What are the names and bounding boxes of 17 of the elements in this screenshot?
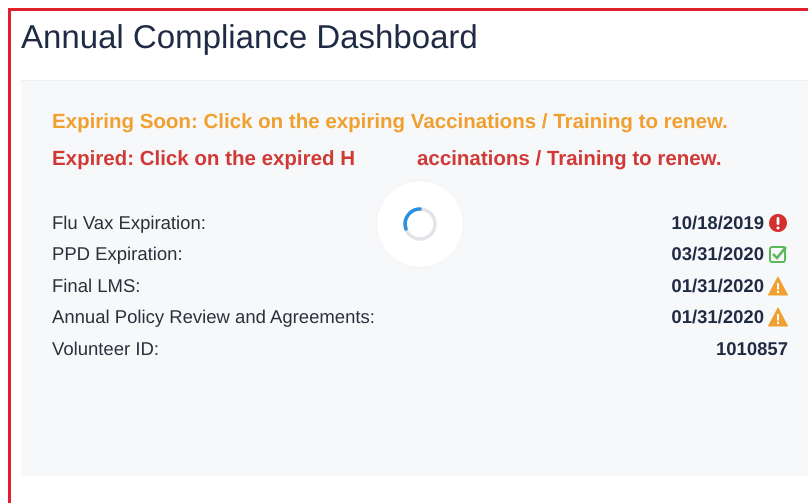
field-label: Flu Vax Expiration: [52, 212, 206, 234]
field-value: 1010857 [716, 338, 788, 360]
checked-box-icon [768, 244, 788, 264]
dashboard-title: Annual Compliance Dashboard [21, 17, 479, 57]
error-icon [768, 212, 788, 233]
field-value: 01/31/2020 [671, 306, 764, 328]
warning-icon [768, 276, 788, 296]
field-label: Volunteer ID: [52, 338, 159, 360]
notice-text: Expired: Click on the expired H accinations / Training to renew. [52, 146, 723, 172]
field-value: 10/18/2019 [671, 212, 764, 234]
field-value: 03/31/2020 [671, 243, 764, 266]
field-value: 01/31/2020 [671, 274, 764, 297]
notice-text: Expiring Soon: Click on the expiring Vaccinations / Training to renew. [52, 109, 729, 135]
field-label: PPD Expiration: [52, 243, 183, 266]
field-label: Final LMS: [52, 274, 140, 297]
field-label: Annual Policy Review and Agreements: [52, 306, 375, 328]
warning-icon [768, 307, 788, 328]
